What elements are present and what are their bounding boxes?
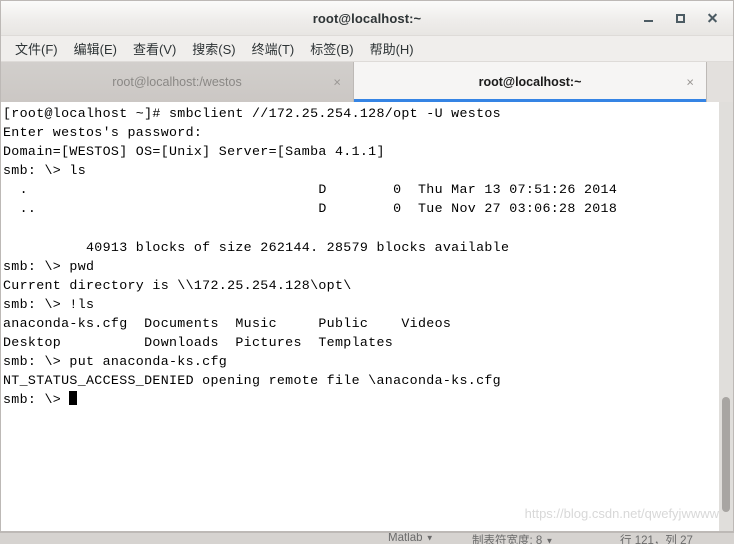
close-button[interactable] [697,5,727,31]
tab-close-icon[interactable]: × [333,76,341,89]
terminal-line: smb: \> pwd [3,258,95,274]
tab-label: root@localhost:~ [478,75,582,89]
status-language[interactable]: Matlab ▼ [388,532,434,544]
maximize-button[interactable] [665,5,695,31]
terminal-window: root@localhost:~ 文件(F) 编辑(E) 查看(V) 搜索(S)… [0,0,734,532]
close-icon [707,13,718,24]
terminal-line: Enter westos's password: [3,125,203,141]
menu-item-file[interactable]: 文件(F) [7,37,66,60]
tab-westos[interactable]: root@localhost:/westos × [1,62,354,102]
terminal-line: smb: \> put anaconda-ks.cfg [3,354,228,370]
status-tab-width[interactable]: 制表符宽度: 8 ▼ [472,533,554,544]
status-tab-width-label: 制表符宽度: 8 [472,535,543,544]
window-title: root@localhost:~ [312,10,422,26]
menu-item-edit[interactable]: 编辑(E) [66,37,125,60]
terminal-output[interactable]: [root@localhost ~]# smbclient //172.25.2… [1,102,719,531]
background-status-bar: Matlab ▼ 制表符宽度: 8 ▼ 行 121，列 27 [0,532,734,544]
terminal-line: .. D 0 Tue Nov 27 03:06:28 2018 [3,201,618,217]
menu-bar: 文件(F) 编辑(E) 查看(V) 搜索(S) 终端(T) 标签(B) 帮助(H… [1,36,733,62]
scrollbar-thumb[interactable] [722,397,730,512]
menu-item-terminal[interactable]: 终端(T) [244,37,303,60]
terminal-line: NT_STATUS_ACCESS_DENIED opening remote f… [3,373,501,389]
tab-home[interactable]: root@localhost:~ × [354,62,707,102]
terminal-line: smb: \> !ls [3,296,95,312]
chevron-down-icon: ▼ [545,536,554,544]
text-cursor [69,391,78,406]
menu-item-search[interactable]: 搜索(S) [184,37,243,60]
menu-item-help[interactable]: 帮助(H) [362,37,422,60]
minimize-icon [643,20,653,22]
terminal-prompt-line: smb: \> [3,390,719,409]
menu-item-tabs[interactable]: 标签(B) [302,37,361,60]
screen: root@localhost:~ 文件(F) 编辑(E) 查看(V) 搜索(S)… [0,0,734,544]
minimize-button[interactable] [633,5,663,31]
tab-bar-filler [707,62,733,102]
window-controls [633,1,727,35]
tab-close-icon[interactable]: × [686,76,694,89]
terminal-prompt: smb: \> [3,392,70,408]
maximize-icon [675,13,685,23]
terminal-line: 40913 blocks of size 262144. 28579 block… [3,239,510,255]
status-cursor-position: 行 121，列 27 [620,535,693,544]
terminal-area[interactable]: [root@localhost ~]# smbclient //172.25.2… [1,102,733,531]
status-language-label: Matlab [388,532,423,544]
terminal-line: Current directory is \\172.25.254.128\op… [3,277,352,293]
terminal-scrollbar[interactable] [719,102,733,531]
terminal-line: anaconda-ks.cfg Documents Music Public V… [3,316,452,332]
tab-label: root@localhost:/westos [112,75,242,89]
background-status-bar-inner: Matlab ▼ 制表符宽度: 8 ▼ 行 121，列 27 [0,533,734,544]
tab-bar: root@localhost:/westos × root@localhost:… [1,62,733,102]
terminal-line: smb: \> ls [3,163,86,179]
title-bar[interactable]: root@localhost:~ [1,1,733,36]
terminal-line: . D 0 Thu Mar 13 07:51:26 2014 [3,182,618,198]
terminal-line: [root@localhost ~]# smbclient //172.25.2… [3,106,501,121]
terminal-line: Desktop Downloads Pictures Templates [3,335,394,351]
terminal-line: Domain=[WESTOS] OS=[Unix] Server=[Samba … [3,144,385,160]
menu-item-view[interactable]: 查看(V) [125,37,184,60]
chevron-down-icon: ▼ [425,533,434,543]
